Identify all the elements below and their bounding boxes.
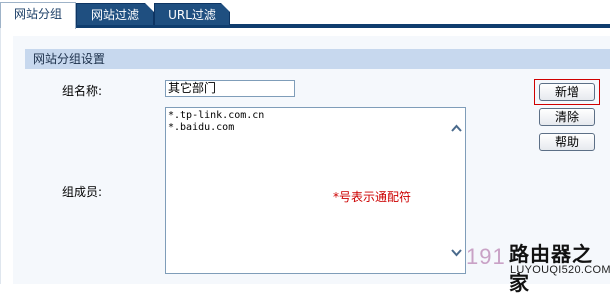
member-entry: *.tp-link.com.cn: [168, 110, 265, 121]
group-name-label: 组名称:: [62, 84, 103, 98]
tab-label: 网站分组: [13, 7, 62, 21]
tab-label: URL过滤: [168, 8, 216, 22]
tab-website-filter[interactable]: 网站过滤: [76, 3, 154, 25]
tab-label: 网站过滤: [90, 8, 139, 22]
wildcard-hint: *号表示通配符: [333, 190, 412, 204]
section-header: 网站分组设置: [25, 49, 610, 69]
watermark-url: LUYOUQI520.COM: [510, 264, 610, 276]
group-members-label: 组成员:: [62, 185, 103, 199]
member-entry: *.baidu.com: [168, 122, 235, 133]
tab-corner: [221, 3, 230, 12]
help-button[interactable]: 帮助: [539, 133, 595, 151]
divider: [0, 28, 1, 284]
chevron-up-icon[interactable]: [450, 122, 463, 135]
tab-website-groups[interactable]: 网站分组: [0, 2, 76, 29]
add-button[interactable]: 新增: [539, 83, 595, 101]
clear-button[interactable]: 清除: [539, 108, 595, 126]
group-members-textarea[interactable]: *.tp-link.com.cn *.baidu.com: [165, 107, 466, 274]
tab-corner: [145, 3, 154, 12]
scrollbar[interactable]: [448, 108, 465, 273]
group-name-input[interactable]: 其它部门: [165, 80, 295, 97]
tab-url-filter[interactable]: URL过滤: [154, 3, 230, 25]
chevron-down-icon[interactable]: [450, 246, 463, 259]
tab-bar: 网站分组 网站过滤 URL过滤: [0, 0, 610, 29]
watermark-number: 191: [466, 244, 506, 269]
